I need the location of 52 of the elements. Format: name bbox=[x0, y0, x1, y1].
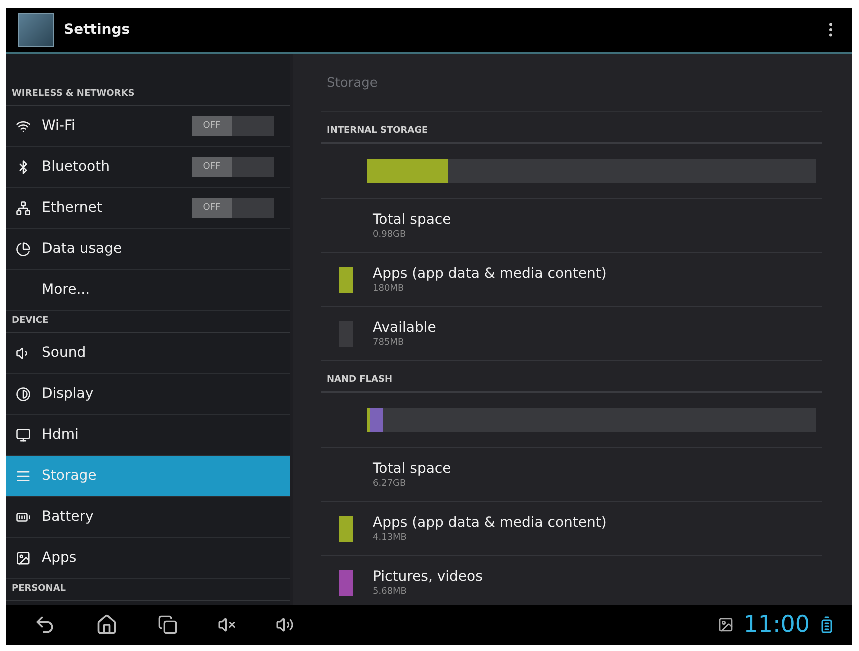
setting-icon bbox=[16, 428, 31, 442]
volume-down-icon bbox=[218, 616, 236, 634]
section-header: DEVICE bbox=[6, 311, 290, 333]
row-value: 180MB bbox=[373, 284, 406, 294]
pane-title: Storage bbox=[321, 54, 822, 112]
row-label: Total space bbox=[373, 460, 452, 476]
section-header: WIRELESS & NETWORKS bbox=[6, 84, 290, 106]
sidebar-item[interactable]: More... bbox=[6, 270, 290, 311]
storage-row[interactable]: Apps (app data & media content) 4.13MB bbox=[321, 502, 822, 556]
setting-icon bbox=[16, 550, 31, 566]
section-header: PERSONAL bbox=[6, 579, 290, 601]
sidebar-item[interactable]: Bluetooth OFF bbox=[6, 147, 290, 188]
recent-apps-icon bbox=[158, 615, 178, 635]
volume-up-icon bbox=[276, 616, 294, 634]
sidebar-item[interactable]: Data usage bbox=[6, 229, 290, 270]
setting-icon bbox=[16, 200, 31, 216]
sidebar-item[interactable]: Apps bbox=[6, 538, 290, 579]
row-label: Pictures, videos bbox=[373, 568, 483, 584]
row-label: Total space bbox=[373, 212, 452, 228]
setting-icon bbox=[16, 468, 31, 484]
row-label: Apps (app data & media content) bbox=[373, 266, 607, 282]
section-header: INTERNAL STORAGE bbox=[321, 112, 822, 144]
window-title: Settings bbox=[64, 22, 132, 38]
recent-apps-button[interactable] bbox=[158, 615, 178, 635]
picture-icon bbox=[718, 617, 734, 633]
sidebar-item[interactable]: Battery bbox=[6, 497, 290, 538]
sidebar-item[interactable]: Sound bbox=[6, 333, 290, 374]
clock: 11:00 bbox=[744, 612, 810, 638]
storage-row[interactable]: Total space 0.98GB bbox=[321, 199, 822, 253]
row-value: 4.13MB bbox=[373, 532, 408, 542]
back-button[interactable] bbox=[34, 614, 56, 636]
volume-up-button[interactable] bbox=[276, 616, 294, 634]
storage-row[interactable]: Apps (app data & media content) 180MB bbox=[321, 253, 822, 307]
storage-row[interactable]: Total space 6.27GB bbox=[321, 448, 822, 502]
setting-icon bbox=[16, 118, 31, 134]
volume-down-button[interactable] bbox=[218, 616, 236, 634]
back-icon bbox=[34, 614, 56, 636]
sidebar-item[interactable]: Wi-Fi OFF bbox=[6, 106, 290, 147]
setting-icon bbox=[16, 242, 31, 256]
storage-row[interactable]: Available 785MB bbox=[321, 307, 822, 361]
row-value: 5.68MB bbox=[373, 586, 408, 596]
home-icon bbox=[96, 614, 118, 636]
row-label: Apps (app data & media content) bbox=[373, 514, 607, 530]
sidebar-item[interactable]: Ethernet OFF bbox=[6, 188, 290, 229]
row-value: 785MB bbox=[373, 338, 406, 348]
setting-icon bbox=[16, 386, 31, 402]
sidebar-item[interactable]: Display bbox=[6, 374, 290, 415]
row-value: 0.98GB bbox=[373, 230, 408, 240]
section-header: NAND FLASH bbox=[321, 361, 822, 393]
home-button[interactable] bbox=[96, 614, 118, 636]
row-value: 6.27GB bbox=[373, 478, 408, 488]
row-label: Available bbox=[373, 320, 436, 336]
